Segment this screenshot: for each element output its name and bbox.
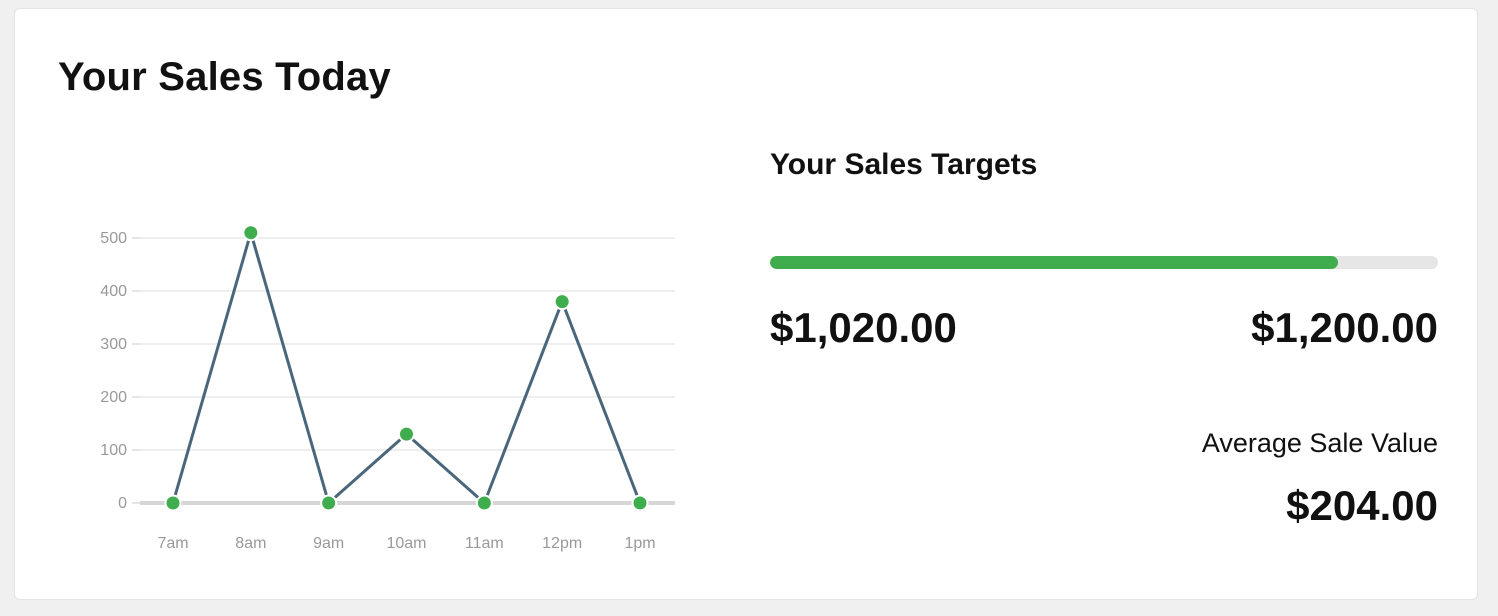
- page-title: Your Sales Today: [58, 55, 391, 99]
- x-tick-label-8am: 8am: [235, 535, 266, 552]
- x-tick-label-1pm: 1pm: [624, 535, 655, 552]
- target-sales-amount: $1,200.00: [1251, 304, 1438, 351]
- y-tick-label-0: 0: [118, 495, 127, 512]
- y-tick-label-400: 400: [100, 283, 127, 300]
- data-point-1pm: [631, 494, 649, 512]
- sales-chart: 0 100 200 300 400 500 7am 8am 9am 10am 11am 12pm 1pm: [75, 204, 680, 559]
- sales-target-progress-bar: [770, 256, 1438, 269]
- y-tick-label-300: 300: [100, 336, 127, 353]
- current-sales-amount: $1,020.00: [770, 304, 957, 351]
- x-tick-label-11am: 11am: [465, 535, 504, 552]
- average-sale-label: Average Sale Value: [1201, 428, 1438, 458]
- sales-target-progress-fill: [770, 256, 1338, 269]
- data-point-9am: [320, 494, 338, 512]
- data-point-11am: [475, 494, 493, 512]
- x-tick-label-7am: 7am: [157, 535, 188, 552]
- data-point-10am: [398, 425, 415, 443]
- sales-card: Your Sales Today 0 100 200 300 400 500 7am 8am 9…: [14, 8, 1478, 600]
- sales-targets-title: Your Sales Targets: [770, 148, 1038, 181]
- data-point-8am: [242, 224, 260, 242]
- sales-series-line: [171, 231, 642, 505]
- average-sale-value: $204.00: [1286, 482, 1438, 529]
- x-tick-label-9am: 9am: [313, 535, 344, 552]
- x-tick-label-12pm: 12pm: [542, 535, 582, 552]
- y-tick-label-500: 500: [100, 230, 127, 247]
- sales-line-chart-svg: 0 100 200 300 400 500 7am 8am 9am 10am 11am 12pm 1pm: [100, 224, 675, 552]
- y-tick-label-100: 100: [100, 442, 127, 459]
- data-point-7am: [164, 494, 182, 512]
- data-point-12pm: [553, 293, 571, 311]
- y-tick-label-200: 200: [100, 389, 127, 406]
- x-tick-label-10am: 10am: [386, 535, 426, 552]
